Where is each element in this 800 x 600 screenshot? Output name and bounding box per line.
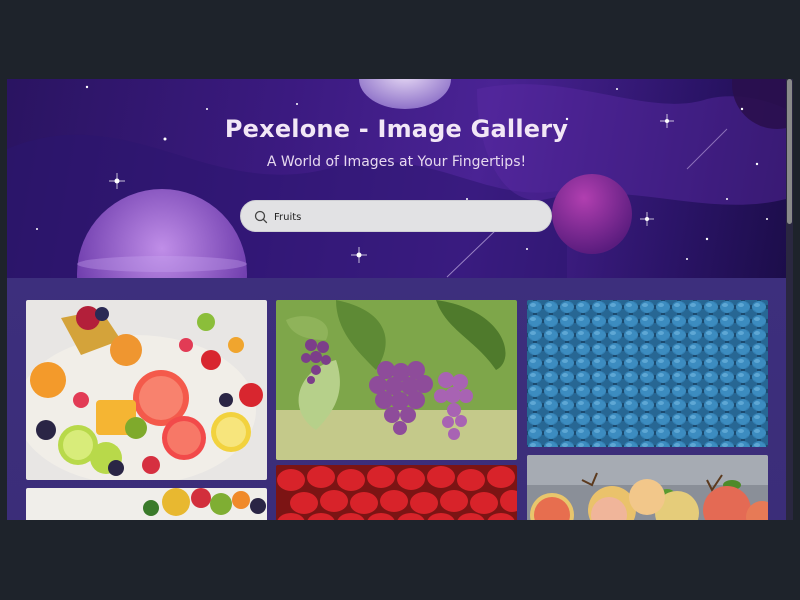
search-bar[interactable] xyxy=(240,200,552,232)
scrollbar-thumb[interactable] xyxy=(787,79,792,224)
gallery-image-fruit-platter-2[interactable] xyxy=(26,488,267,520)
hero-banner: Pexelone - Image Gallery A World of Imag… xyxy=(7,79,786,278)
search-icon xyxy=(254,210,268,224)
space-background xyxy=(7,79,786,278)
page-title: Pexelone - Image Gallery xyxy=(224,115,569,143)
page-subtitle: A World of Images at Your Fingertips! xyxy=(266,154,527,170)
gallery-image-blueberries[interactable] xyxy=(527,300,768,447)
image-gallery xyxy=(7,278,786,520)
search-input[interactable] xyxy=(274,207,534,227)
browser-viewport: Pexelone - Image Gallery A World of Imag… xyxy=(7,79,793,520)
gallery-image-fruit-platter[interactable] xyxy=(26,300,267,480)
gallery-image-strawberries[interactable] xyxy=(276,465,517,520)
gallery-image-apples[interactable] xyxy=(527,455,768,520)
gallery-image-grapes[interactable] xyxy=(276,300,517,460)
scrollbar[interactable] xyxy=(786,79,793,520)
